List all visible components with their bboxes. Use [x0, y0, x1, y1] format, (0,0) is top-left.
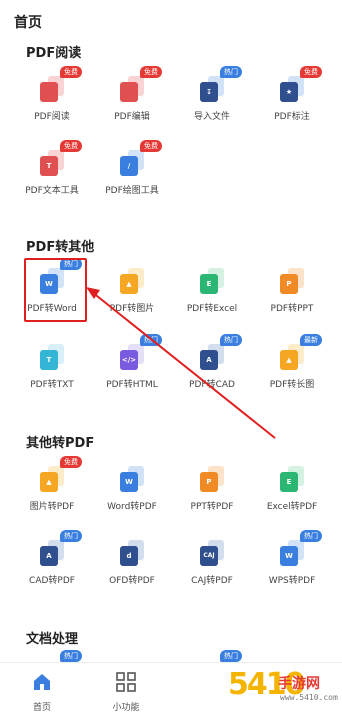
- section-title-other-to-pdf: 其他转PDF: [26, 436, 95, 451]
- tool-label: CAD转PDF: [29, 576, 75, 586]
- ppt-to-pdf-icon: P: [200, 466, 224, 492]
- glyph: W: [120, 472, 138, 492]
- badge-hot: 热门: [60, 530, 82, 542]
- glyph: W: [280, 546, 298, 566]
- grid-icon: [116, 672, 136, 692]
- tool-word-to-pdf[interactable]: W Word转PDF: [92, 462, 172, 532]
- tab-label: 小功能: [112, 703, 140, 713]
- annotation-arrow: [86, 287, 276, 439]
- tab-home[interactable]: 首页: [12, 671, 72, 713]
- badge-hot: 热门: [220, 650, 242, 662]
- glyph: P: [200, 472, 218, 492]
- badge-hot: 热门: [60, 650, 82, 662]
- tool-label: WPS转PDF: [268, 576, 316, 586]
- image-to-pdf-icon: ▲: [40, 466, 64, 492]
- tool-label: OFD转PDF: [109, 576, 155, 586]
- section-title-doc-process: 文档处理: [26, 632, 79, 647]
- tool-label: CAJ转PDF: [191, 576, 233, 586]
- excel-to-pdf-icon: E: [280, 466, 304, 492]
- watermark-url: www.5410.com: [280, 693, 338, 702]
- cad-to-pdf-icon: A: [40, 540, 64, 566]
- tool-cad-to-pdf[interactable]: A 热门 CAD转PDF: [12, 530, 92, 606]
- watermark-logo: 5410 手游网 www.5410.com: [228, 667, 338, 717]
- watermark-site: 手游网: [278, 676, 320, 692]
- badge-free: 免费: [60, 456, 82, 468]
- tool-label: 图片转PDF: [29, 502, 75, 512]
- tool-label: PPT转PDF: [190, 502, 234, 512]
- home-icon: [34, 674, 50, 690]
- word-to-pdf-icon: W: [120, 466, 144, 492]
- glyph: d: [120, 546, 138, 566]
- tool-ofd-to-pdf[interactable]: d OFD转PDF: [92, 536, 172, 606]
- caj-to-pdf-icon: CAJ: [200, 540, 224, 566]
- glyph: CAJ: [200, 546, 218, 566]
- badge-hot: 热门: [300, 530, 322, 542]
- ofd-to-pdf-icon: d: [120, 540, 144, 566]
- tool-image-to-pdf[interactable]: ▲ 免费 图片转PDF: [12, 456, 92, 532]
- tool-wps-to-pdf[interactable]: W 热门 WPS转PDF: [252, 530, 332, 606]
- tab-label: 首页: [32, 703, 51, 713]
- glyph: E: [280, 472, 298, 492]
- tool-ppt-to-pdf[interactable]: P PPT转PDF: [172, 462, 252, 532]
- tool-label: Word转PDF: [107, 502, 157, 512]
- tool-excel-to-pdf[interactable]: E Excel转PDF: [252, 462, 332, 532]
- wps-to-pdf-icon: W: [280, 540, 304, 566]
- tool-label: Excel转PDF: [266, 502, 318, 512]
- tab-tools[interactable]: 小功能: [96, 671, 156, 713]
- tool-caj-to-pdf[interactable]: CAJ CAJ转PDF: [172, 536, 252, 606]
- glyph: A: [40, 546, 58, 566]
